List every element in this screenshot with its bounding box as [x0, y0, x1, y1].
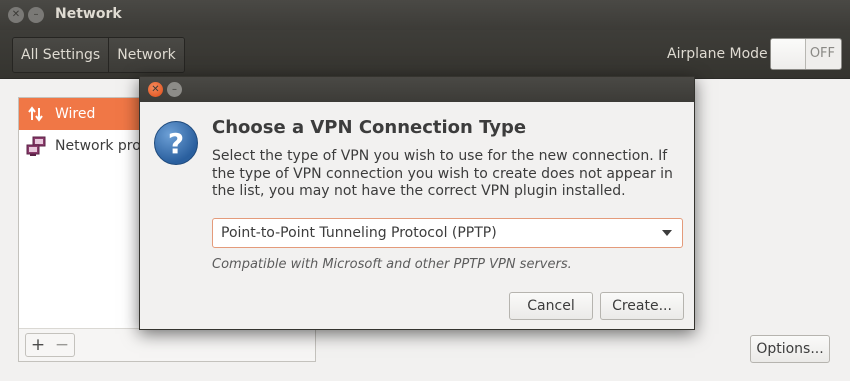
window-titlebar: ✕ – Network — [0, 0, 850, 30]
breadcrumb: All Settings Network — [12, 37, 185, 73]
switch-knob[interactable] — [771, 39, 806, 69]
dialog-minimize-button[interactable]: – — [167, 82, 182, 97]
airplane-mode-label: Airplane Mode — [667, 46, 768, 62]
vpn-type-select[interactable]: Point-to-Point Tunneling Protocol (PPTP) — [212, 218, 683, 248]
breadcrumb-all-settings[interactable]: All Settings — [13, 38, 109, 72]
close-icon: ✕ — [151, 83, 160, 95]
airplane-mode-switch[interactable]: OFF — [770, 38, 842, 70]
switch-state-label: OFF — [809, 46, 835, 61]
window-title: Network — [55, 6, 122, 22]
header-toolbar: All Settings Network Airplane Mode OFF — [0, 30, 850, 79]
dialog-heading: Choose a VPN Connection Type — [212, 117, 527, 138]
minimize-icon: – — [172, 83, 177, 95]
chevron-down-icon — [662, 230, 672, 236]
remove-connection-button[interactable]: − — [50, 333, 75, 357]
network-proxy-icon — [25, 135, 47, 157]
dialog-description: Select the type of VPN you wish to use f… — [212, 148, 673, 199]
wired-network-icon — [25, 103, 47, 125]
minimize-icon: – — [33, 9, 39, 20]
create-button[interactable]: Create... — [600, 292, 684, 320]
sidebar-item-label: Wired — [55, 106, 96, 122]
cancel-button[interactable]: Cancel — [509, 292, 593, 320]
dialog-titlebar: ✕ – — [140, 77, 694, 102]
close-icon: ✕ — [11, 9, 21, 20]
window-minimize-button[interactable]: – — [28, 7, 44, 23]
breadcrumb-network[interactable]: Network — [108, 38, 184, 72]
list-toolbar: + − — [19, 328, 315, 361]
add-connection-button[interactable]: + — [25, 333, 51, 357]
dialog-close-button[interactable]: ✕ — [148, 82, 163, 97]
options-button[interactable]: Options... — [750, 335, 830, 363]
vpn-type-note: Compatible with Microsoft and other PPTP… — [212, 257, 572, 272]
question-icon: ? — [154, 121, 198, 165]
vpn-type-selected-value: Point-to-Point Tunneling Protocol (PPTP) — [221, 225, 497, 241]
window-close-button[interactable]: ✕ — [8, 7, 24, 23]
vpn-type-dialog: ✕ – ? Choose a VPN Connection Type Selec… — [139, 76, 695, 330]
